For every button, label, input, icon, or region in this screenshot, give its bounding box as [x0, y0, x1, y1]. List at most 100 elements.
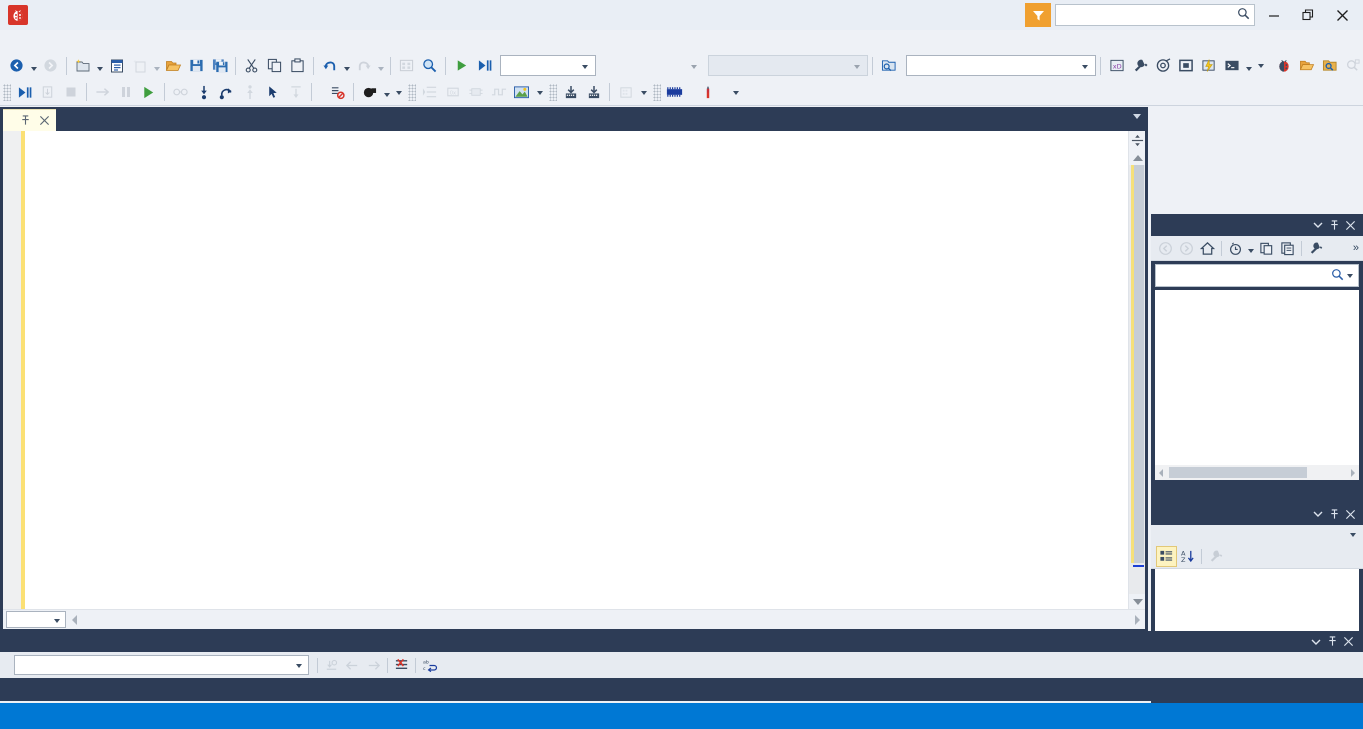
- scroll-up-button[interactable]: [1129, 150, 1145, 165]
- magnify-icon[interactable]: [1341, 55, 1363, 77]
- new-project-dropdown[interactable]: [94, 55, 105, 77]
- breakpoint-dropdown[interactable]: [381, 81, 392, 103]
- wrench-icon[interactable]: [1305, 238, 1326, 259]
- filter-flag-icon[interactable]: [1025, 3, 1051, 27]
- solution-tree-hscroll[interactable]: [1155, 465, 1359, 480]
- zoom-level-combo[interactable]: [6, 611, 66, 628]
- flash-programmer-icon[interactable]: [1197, 55, 1220, 77]
- device-overflow[interactable]: [729, 81, 742, 103]
- go-to-previous-icon[interactable]: [342, 655, 363, 676]
- close-icon[interactable]: [1340, 633, 1356, 651]
- chevron-down-icon[interactable]: [1310, 216, 1326, 234]
- console-icon[interactable]: [1220, 55, 1243, 77]
- close-icon[interactable]: [1342, 505, 1358, 523]
- extension-icon[interactable]: xD: [1105, 55, 1128, 77]
- target-combo[interactable]: [708, 55, 868, 76]
- board-overflow[interactable]: [533, 81, 546, 103]
- save-icon[interactable]: [185, 55, 208, 77]
- tree-hscroll-thumb[interactable]: [1169, 467, 1307, 478]
- indent-icon[interactable]: [418, 81, 441, 103]
- solution-explorer-search[interactable]: [1155, 264, 1359, 287]
- picture-icon[interactable]: [510, 81, 533, 103]
- show-next-statement-icon[interactable]: [169, 81, 192, 103]
- navigate-forward-icon[interactable]: [39, 55, 62, 77]
- program-overflow[interactable]: [637, 81, 650, 103]
- editor-indicator-margin[interactable]: [3, 131, 21, 609]
- properties-page-icon[interactable]: [1277, 238, 1298, 259]
- wave-icon[interactable]: [487, 81, 510, 103]
- wrench-icon[interactable]: [1205, 546, 1226, 567]
- scroll-down-button[interactable]: [1129, 594, 1145, 609]
- scroll-track[interactable]: [1129, 165, 1145, 594]
- properties-object-selector[interactable]: [1151, 525, 1363, 544]
- stop-icon[interactable]: [59, 81, 82, 103]
- open-folder-icon[interactable]: [162, 55, 185, 77]
- toolbar-overflow-1[interactable]: [1254, 55, 1267, 77]
- go-to-next-icon[interactable]: [363, 655, 384, 676]
- find-magnifier-icon[interactable]: [418, 55, 441, 77]
- back-arrow-icon[interactable]: [1155, 238, 1176, 259]
- open-folder2-icon[interactable]: [1295, 55, 1318, 77]
- search-options-dropdown[interactable]: [1347, 274, 1353, 278]
- pin-icon[interactable]: [1324, 633, 1340, 651]
- alphabetical-sort-icon[interactable]: AZ: [1177, 546, 1198, 567]
- debug-toolbar-grip[interactable]: [3, 84, 11, 101]
- paste-icon[interactable]: [286, 55, 309, 77]
- step-over-icon[interactable]: [215, 81, 238, 103]
- start-without-debugging-icon[interactable]: [13, 81, 36, 103]
- program-grip[interactable]: [549, 84, 557, 101]
- solution-tree[interactable]: [1155, 290, 1359, 465]
- close-icon[interactable]: [39, 115, 50, 126]
- output-source-combo[interactable]: [14, 655, 309, 675]
- split-view-handle[interactable]: [1129, 131, 1145, 149]
- frame-select-icon[interactable]: [1174, 55, 1197, 77]
- copy-icon[interactable]: [263, 55, 286, 77]
- pause-icon[interactable]: [114, 81, 137, 103]
- device-grip[interactable]: [653, 84, 661, 101]
- download2-icon[interactable]: [582, 81, 605, 103]
- hscroll-left-button[interactable]: [66, 611, 82, 629]
- sync-with-active-document-icon[interactable]: [1256, 238, 1277, 259]
- editor-vertical-scrollbar[interactable]: [1128, 131, 1145, 609]
- find-message-icon[interactable]: [321, 655, 342, 676]
- save-all-icon[interactable]: [208, 55, 231, 77]
- breakpoint-icon[interactable]: [358, 81, 381, 103]
- find-in-files-icon[interactable]: [877, 55, 900, 77]
- calculator-icon[interactable]: [614, 81, 637, 103]
- clear-all-icon[interactable]: [391, 655, 412, 676]
- atmel-ladybug-icon[interactable]: [1272, 55, 1295, 77]
- pin-icon[interactable]: [20, 115, 31, 126]
- undo-icon[interactable]: [318, 55, 341, 77]
- minimize-button[interactable]: [1257, 1, 1291, 29]
- word-wrap-icon[interactable]: abc: [419, 655, 440, 676]
- hscroll-track[interactable]: [82, 611, 1129, 629]
- cut-icon[interactable]: [240, 55, 263, 77]
- code-editor[interactable]: [3, 131, 1145, 609]
- at-target-icon[interactable]: [1151, 55, 1174, 77]
- pointer-icon[interactable]: [261, 81, 284, 103]
- debug-toolbar-grip-2[interactable]: [408, 84, 416, 101]
- device-chip-icon[interactable]: [663, 81, 686, 103]
- wrench-icon[interactable]: [1128, 55, 1151, 77]
- debug-browser-combo[interactable]: [600, 55, 705, 76]
- redo-dropdown[interactable]: [375, 55, 386, 77]
- chevron-down-icon[interactable]: [1308, 633, 1324, 651]
- download-icon[interactable]: [559, 81, 582, 103]
- hscroll-right-button[interactable]: [1129, 611, 1145, 629]
- chip-icon[interactable]: [464, 81, 487, 103]
- new-project-icon[interactable]: [71, 55, 94, 77]
- start-debugging-icon[interactable]: [450, 55, 473, 77]
- search-input[interactable]: [1162, 269, 1331, 283]
- memory-icon[interactable]: 0x: [441, 81, 464, 103]
- console-dropdown[interactable]: [1243, 55, 1254, 77]
- tab-main-asm[interactable]: [3, 109, 56, 131]
- home-icon[interactable]: [1197, 238, 1218, 259]
- new-item-icon[interactable]: [128, 55, 151, 77]
- navigate-back-dropdown[interactable]: [28, 55, 39, 77]
- chevron-down-icon[interactable]: [1310, 505, 1326, 523]
- chevron-down-icon[interactable]: [1133, 114, 1141, 119]
- search-icon[interactable]: [1331, 268, 1344, 284]
- toolbar-search-combo[interactable]: [906, 55, 1096, 76]
- close-icon[interactable]: [1342, 216, 1358, 234]
- debug-toolbar-overflow[interactable]: [392, 81, 405, 103]
